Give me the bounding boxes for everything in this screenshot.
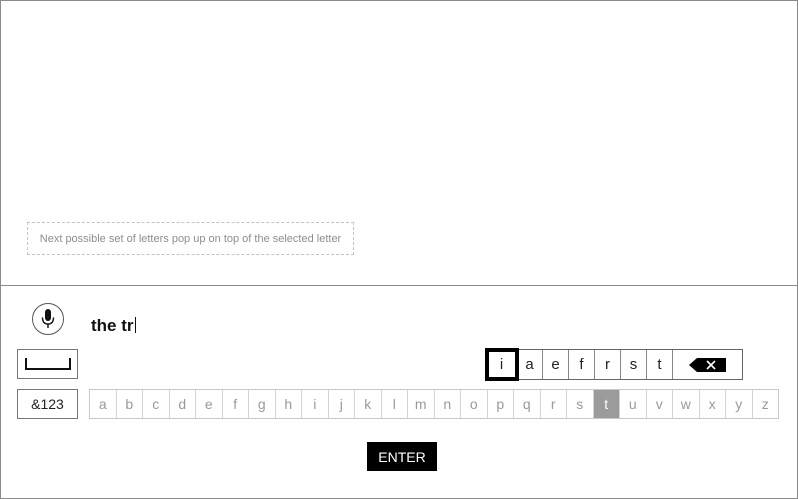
microphone-button[interactable] bbox=[32, 303, 64, 335]
letter-key[interactable]: q bbox=[514, 390, 541, 418]
letter-key[interactable]: k bbox=[355, 390, 382, 418]
letter-key[interactable]: a bbox=[90, 390, 117, 418]
text-cursor bbox=[134, 317, 136, 333]
suggestion-label: t bbox=[657, 356, 662, 373]
letter-key[interactable]: x bbox=[700, 390, 726, 418]
letter-key[interactable]: i bbox=[302, 390, 329, 418]
suggestion-label: f bbox=[579, 356, 584, 373]
letter-key[interactable]: y bbox=[726, 390, 753, 418]
suggestion-label: a bbox=[525, 356, 534, 373]
enter-button-label: ENTER bbox=[378, 448, 426, 465]
alphabet-row: a b c d e f g h i j k l m n o p q r s t … bbox=[89, 389, 779, 419]
suggestion-label: r bbox=[605, 356, 610, 373]
letter-key[interactable]: v bbox=[647, 390, 673, 418]
typed-text: the tr bbox=[91, 316, 134, 335]
typed-text-field[interactable]: the tr bbox=[91, 316, 136, 336]
suggestion-key[interactable]: r bbox=[595, 350, 621, 379]
backspace-icon bbox=[688, 357, 726, 372]
letter-key[interactable]: u bbox=[620, 390, 647, 418]
letter-key[interactable]: z bbox=[753, 390, 779, 418]
letter-key[interactable]: r bbox=[541, 390, 567, 418]
letter-key[interactable]: b bbox=[117, 390, 143, 418]
suggestion-key[interactable]: t bbox=[647, 350, 673, 379]
symbols-key[interactable]: &123 bbox=[17, 389, 78, 419]
space-bar-icon bbox=[24, 358, 71, 370]
microphone-icon bbox=[41, 309, 55, 328]
hint-tooltip: Next possible set of letters pop up on t… bbox=[27, 222, 354, 255]
suggestion-label: e bbox=[551, 356, 560, 373]
suggestion-key[interactable]: a bbox=[517, 350, 543, 379]
letter-key[interactable]: w bbox=[673, 390, 700, 418]
letter-key[interactable]: s bbox=[567, 390, 594, 418]
letter-key[interactable]: c bbox=[143, 390, 170, 418]
keyboard-divider bbox=[1, 285, 797, 286]
suggestion-key[interactable]: s bbox=[621, 350, 647, 379]
letter-key[interactable]: n bbox=[435, 390, 461, 418]
suggestion-label: i bbox=[499, 356, 504, 373]
letter-key-highlighted[interactable]: t bbox=[593, 390, 620, 418]
backspace-key[interactable] bbox=[673, 350, 742, 379]
letter-key[interactable]: e bbox=[196, 390, 223, 418]
letter-key[interactable]: m bbox=[408, 390, 435, 418]
hint-text: Next possible set of letters pop up on t… bbox=[39, 232, 342, 245]
letter-key[interactable]: d bbox=[170, 390, 196, 418]
suggestion-key[interactable]: i bbox=[485, 348, 519, 381]
suggestion-key[interactable]: f bbox=[569, 350, 595, 379]
suggestion-key[interactable]: e bbox=[543, 350, 569, 379]
space-key[interactable] bbox=[17, 349, 78, 379]
letter-key[interactable]: p bbox=[488, 390, 514, 418]
letter-key[interactable]: f bbox=[223, 390, 249, 418]
suggestion-label: s bbox=[629, 356, 638, 373]
suggestion-row: i a e f r s t bbox=[485, 348, 743, 381]
symbols-key-label: &123 bbox=[31, 396, 64, 412]
enter-button[interactable]: ENTER bbox=[367, 442, 437, 471]
letter-key[interactable]: o bbox=[461, 390, 488, 418]
letter-key[interactable]: g bbox=[249, 390, 276, 418]
letter-key[interactable]: l bbox=[382, 390, 408, 418]
letter-key[interactable]: h bbox=[276, 390, 302, 418]
letter-key[interactable]: j bbox=[329, 390, 355, 418]
